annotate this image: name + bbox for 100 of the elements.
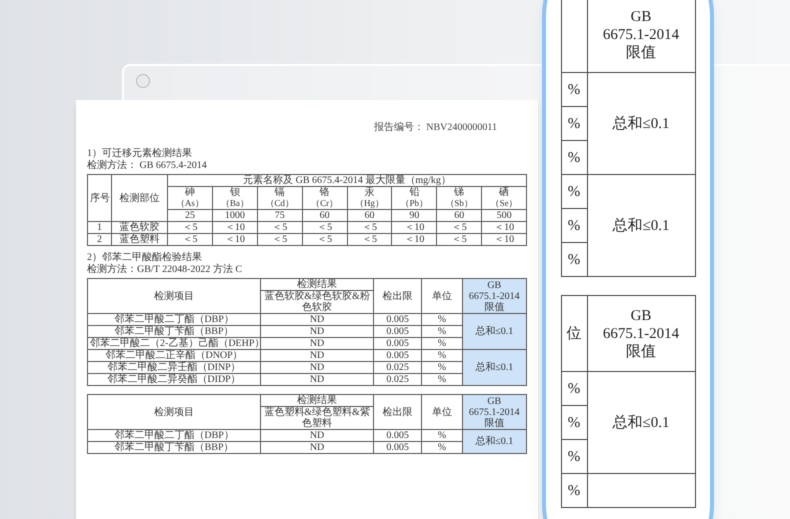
table-cell: 60 [347,210,392,222]
table-cell: 60 [302,210,347,222]
table-cell: ND [260,326,374,338]
table-cell: % [422,442,462,454]
table-cell: ＜5 [257,234,302,246]
table-cell: 邻苯二甲酸丁苄酯（BBP） [88,442,261,454]
test-method: 检测方法： GB 6675.4-2014 [87,160,208,172]
table-cell: 邻苯二甲酸二（2-乙基）己酯（DEHP） [88,338,261,350]
report-number: 报告编号： NBV2400000011 [374,122,497,134]
table-cell: 0.025 [373,362,422,374]
table-header-cell: 汞 （Hg） [347,186,392,210]
table-header-cell: GB 6675.1-2014 限值 [462,278,526,314]
table-header-cell: 蓝色塑料&绿色塑料&紫色塑料 [260,406,374,430]
table-header-cell: 铅 （Pb） [392,186,437,210]
table-cell: ＜5 [347,222,392,234]
table-cell: ND [260,338,374,350]
table-header-cell: 检测项目 [88,278,261,314]
table-cell: 0.005 [373,326,422,338]
table-header-cell: GB 6675.1-2014 限值 [587,0,695,72]
table-cell: 总和≤0.1 [587,72,695,174]
table-header-cell: 单位 [422,278,462,314]
table-header-cell: 检测结果 [260,394,374,406]
table-header-cell: 镉 （Cd） [257,186,302,210]
table-cell: % [561,106,587,140]
table-header-cell: 检测项目 [88,394,261,430]
table-cell: 总和≤0.1 [587,372,695,474]
table-cell: % [422,314,462,326]
table-cell: ＜10 [392,234,437,246]
table-header-cell: 检出限 [373,394,422,430]
test-method: 检测方法：GB/T 22048-2022 方法 C [87,264,244,276]
table-cell: % [422,350,462,362]
screw-icon [136,74,150,88]
table-cell: % [561,140,587,174]
table-cell: ＜10 [482,222,526,234]
table-header-cell: 铬 （Cr） [302,186,347,210]
table-cell: 邻苯二甲酸二丁酯（DBP） [88,314,261,326]
section-title: 1）可迁移元素检测结果 [87,148,193,160]
table-cell: ＜10 [212,234,258,246]
table-cell: 0.025 [373,374,422,386]
table-header-cell: 位 [566,326,582,342]
table-header-cell: 锑 （Sb） [436,186,482,210]
table-cell: % [422,338,462,350]
table-cell: ＜5 [302,222,347,234]
table-cell: ND [260,430,374,442]
table-cell: % [561,406,587,440]
table-cell: 邻苯二甲酸二异壬酯（DINP） [88,362,261,374]
table-cell: 总和≤0.1 [462,350,526,386]
table-cell: 0.005 [373,314,422,326]
table-cell: 邻苯二甲酸二丁酯（DBP） [88,430,261,442]
table-cell: ND [260,442,374,454]
table-header-cell: 钡 （Ba） [212,186,258,210]
table-cell: 1000 [212,210,258,222]
table-header-cell: 检测结果 [260,278,374,290]
table-header-cell: 检出限 [373,278,422,314]
table-header-cell: 硒 （Se） [482,186,526,210]
table-cell: % [561,208,587,242]
table-header-cell: 单位 [422,394,462,430]
table-cell: ＜5 [302,234,347,246]
table-cell: 0.005 [373,350,422,362]
table-cell: 0.005 [373,430,422,442]
table-cell: 500 [482,210,526,222]
table-header-cell: 砷 （As） [168,186,212,210]
section-title: 2）邻苯二甲酸酯检验结果 [87,252,203,264]
table-cell: ＜10 [392,222,437,234]
table-cell: % [422,430,462,442]
table-cell: % [422,362,462,374]
table-cell: ND [260,314,374,326]
table-cell: 邻苯二甲酸二正辛酯（DNOP） [88,350,261,362]
table-cell: 0.005 [373,338,422,350]
table-cell: ND [260,374,374,386]
table-cell: % [561,72,587,106]
table-header-cell: 序号 [88,174,112,222]
table-cell: 1 [88,222,112,234]
table-cell: 总和≤0.1 [462,314,526,350]
table-cell: ND [260,350,374,362]
table-cell: 蓝色塑料 [112,234,168,246]
table-header-cell: 元素名称及 GB 6675.4-2014 最大限量（mg/kg） [168,174,526,186]
table-cell: % [422,374,462,386]
table-cell: 60 [436,210,482,222]
table-header-cell: GB 6675.1-2014 限值 [462,394,526,430]
table-cell: % [422,326,462,338]
table-cell: ＜5 [257,222,302,234]
table-cell: 蓝色软胶 [112,222,168,234]
table-cell: % [561,372,587,406]
table-cell: ND [260,362,374,374]
table-cell: % [561,174,587,208]
table-cell: 邻苯二甲酸二异癸酯（DIDP） [88,374,261,386]
table-cell: % [561,440,587,474]
table-cell: % [561,242,587,276]
table-cell: 总和≤0.1 [587,174,695,276]
table-cell: ＜10 [212,222,258,234]
table-cell: 2 [88,234,112,246]
table-cell: 90 [392,210,437,222]
table-cell: ＜10 [482,234,526,246]
table-cell: ＜5 [168,222,212,234]
table-header-cell: 蓝色软胶&绿色软胶&粉色软胶 [260,290,374,314]
table-cell: ＜5 [347,234,392,246]
table-cell: ＜5 [436,234,482,246]
table-cell: 0.005 [373,442,422,454]
table-cell: ＜5 [168,234,212,246]
